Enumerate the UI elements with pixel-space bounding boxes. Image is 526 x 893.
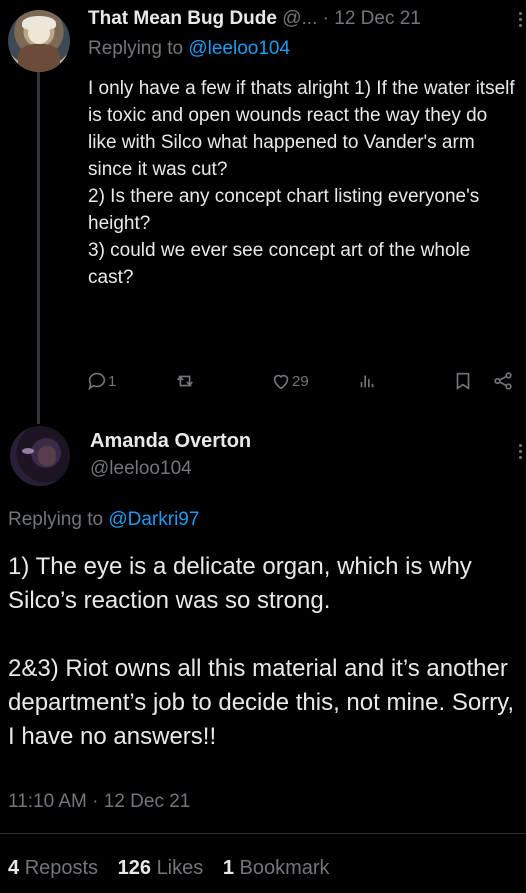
share-icon xyxy=(494,372,512,390)
like-icon xyxy=(273,374,289,390)
reposts-stat[interactable]: 4 Reposts xyxy=(8,857,112,879)
bookmarks-stat[interactable]: 1 Bookmark xyxy=(223,857,344,879)
more-icon[interactable] xyxy=(518,12,524,30)
author-name[interactable]: That Mean Bug Dude xyxy=(88,8,277,29)
tweet-date[interactable]: 12 Dec 21 xyxy=(334,8,421,29)
replying-to: Replying to @leeloo104 xyxy=(88,38,291,59)
repost-button[interactable] xyxy=(174,366,196,396)
bookmark-icon xyxy=(456,372,470,390)
avatar[interactable] xyxy=(10,426,70,486)
like-count: 29 xyxy=(292,372,309,390)
mention-link[interactable]: @leeloo104 xyxy=(188,38,290,59)
author-name[interactable]: Amanda Overton xyxy=(90,430,251,453)
separator: · xyxy=(322,8,329,29)
replying-to: Replying to @Darkri97 xyxy=(8,509,200,530)
author-handle[interactable]: @... xyxy=(282,8,317,29)
divider xyxy=(0,833,526,834)
tweet-text: I only have a few if thats alright 1) If… xyxy=(88,78,515,288)
reply-button[interactable]: 1 xyxy=(86,366,116,396)
repost-icon xyxy=(177,375,193,387)
views-button[interactable] xyxy=(356,366,378,396)
mention-link[interactable]: @Darkri97 xyxy=(108,509,199,530)
engagement-stats: 4 Reposts 126 Likes 1 Bookmark xyxy=(8,857,344,880)
like-button[interactable]: 29 xyxy=(270,366,309,396)
views-icon xyxy=(360,375,374,388)
reply-icon xyxy=(88,372,106,391)
timestamp[interactable]: 11:10 AM · 12 Dec 21 xyxy=(8,791,190,813)
reply-tweet[interactable]: That Mean Bug Dude @... · 12 Dec 21 Repl… xyxy=(0,0,526,424)
avatar[interactable] xyxy=(8,10,70,72)
reply-tweet-header: That Mean Bug Dude @... · 12 Dec 21 xyxy=(88,8,518,34)
author-handle[interactable]: @leeloo104 xyxy=(90,458,192,480)
reply-count: 1 xyxy=(108,372,117,390)
thread-line xyxy=(37,72,40,424)
share-button[interactable] xyxy=(492,366,514,396)
more-icon[interactable] xyxy=(518,444,522,462)
tweet-text: 1) The eye is a delicate organ, which is… xyxy=(8,553,515,750)
likes-stat[interactable]: 126 Likes xyxy=(118,857,218,879)
bookmark-button[interactable] xyxy=(452,366,474,396)
